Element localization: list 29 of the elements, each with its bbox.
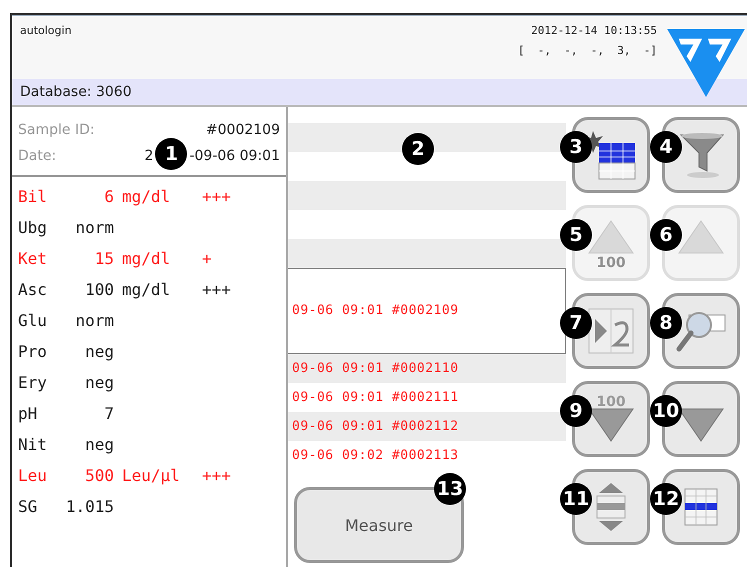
result-row-text: Nit neg [18, 434, 115, 456]
database-label: Database: 3060 [20, 84, 132, 100]
status-text: [ -, -, -, 3, -] [518, 44, 657, 57]
callout-badge: 2 [402, 133, 434, 165]
callout-tooltip: 11 [560, 483, 592, 515]
date-value: -09-06 09:01 [189, 148, 280, 164]
result-row-text: SG 1.015 [18, 496, 115, 518]
result-row-text: Pro neg [18, 341, 115, 363]
result-row-text: pH 7 [18, 403, 115, 425]
result-row-text: Glu norm [18, 310, 115, 332]
result-row-text: Ery neg [18, 372, 115, 394]
sample-id-value: #0002109 [206, 122, 280, 138]
callout-badge: 13 [434, 473, 466, 505]
result-row-text: Ubg norm [18, 217, 115, 239]
result-row-text: Bil 6 mg/dl +++ [18, 186, 232, 208]
callout-tooltip: 4 [650, 131, 682, 163]
result-row-text: Asc 100 mg/dl +++ [18, 279, 232, 301]
date-value: 2 [144, 148, 154, 164]
result-row-text: Ket 15 mg/dl + [18, 248, 213, 270]
sample-id-label: Sample ID: [18, 122, 95, 138]
callout-tooltip: 10 [650, 395, 682, 427]
user-label: autologin [20, 24, 72, 39]
date-label: Date: [18, 148, 56, 164]
callout-tooltip: 8 [650, 307, 682, 339]
callout-tooltip: 12 [650, 483, 682, 515]
result-row-text: Leu 500 Leu/µl +++ [18, 465, 232, 487]
callout-tooltip: 6 [650, 219, 682, 251]
datetime-text: 2012-12-14 10:13:55 [531, 24, 657, 37]
callout-badge: 1 [155, 138, 188, 170]
